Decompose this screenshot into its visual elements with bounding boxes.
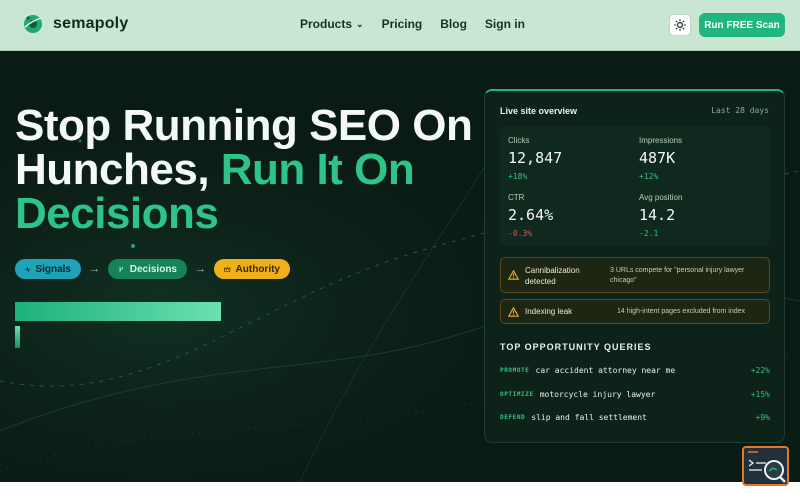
alert-description: 14 high-intent pages excluded from index — [617, 308, 746, 315]
metric-label: Clicks — [508, 136, 530, 145]
query-tag: OPTIMIZE — [500, 390, 534, 398]
metric-clicks: Clicks 12,847 +18% — [508, 136, 628, 181]
page-bottom-section — [0, 482, 800, 500]
seo-scan-widget[interactable] — [742, 446, 789, 486]
metric-value: 2.64% — [508, 206, 554, 224]
headline-line-1: Stop Running SEO On — [15, 101, 473, 150]
query-tag: DEFEND — [500, 413, 526, 421]
query-row[interactable]: DEFEND slip and fall settlement +9% — [500, 410, 770, 424]
warning-icon — [508, 270, 519, 280]
query-delta: +15% — [750, 389, 770, 399]
semapoly-logo-icon — [24, 15, 43, 33]
arrow-right-icon: → — [89, 263, 100, 275]
pill-label: Decisions — [129, 263, 177, 275]
metric-delta: -0.3% — [508, 229, 533, 238]
metric-value: 14.2 — [639, 206, 676, 224]
date-range: Last 28 days — [711, 106, 769, 115]
hero-accent-bar — [15, 302, 221, 321]
branch-icon — [119, 266, 124, 272]
pill-label: Authority — [235, 263, 280, 275]
main-menu: Products ⌄ Pricing Blog Sign in — [300, 17, 543, 31]
nav-item-label: Sign in — [484, 17, 525, 31]
headline-line-2: Hunches, Run It On — [15, 148, 485, 192]
flow-pills: Signals → Decisions → Authority — [15, 259, 290, 279]
metric-avg-position: Avg position 14.2 -2.1 — [639, 193, 759, 238]
metrics-panel: Clicks 12,847 +18% Impressions 487K +12%… — [500, 126, 770, 246]
alert-title: Cannibalization detected — [525, 266, 580, 286]
pill-label: Signals — [35, 263, 71, 275]
metric-impressions: Impressions 487K +12% — [639, 136, 759, 181]
query-row[interactable]: PROMOTE car accident attorney near me +2… — [500, 363, 770, 377]
query-delta: +9% — [755, 412, 770, 422]
brand-name: semapoly — [53, 15, 129, 32]
warning-icon — [508, 307, 519, 317]
nav-item-label: Products — [300, 17, 353, 31]
queries-section-title: TOP OPPORTUNITY QUERIES — [500, 342, 652, 352]
hero-accent-cursor — [15, 326, 20, 348]
nav-item-pricing[interactable]: Pricing — [382, 17, 423, 31]
headline-line-3: Decisions — [15, 189, 219, 238]
metric-label: CTR — [508, 193, 525, 202]
card-title: Live site overview — [500, 106, 578, 116]
headline-accent: Run It On — [220, 145, 415, 194]
hero-headline: Stop Running SEO On Hunches, Run It On D… — [15, 104, 485, 236]
metric-delta: +18% — [508, 172, 528, 181]
magnifier-report-icon — [748, 451, 786, 483]
metric-delta: +12% — [639, 172, 659, 181]
headline-text: Hunches, — [15, 145, 221, 194]
arrow-right-icon: → — [195, 263, 206, 275]
authority-pill[interactable]: Authority — [214, 259, 290, 279]
activity-icon — [25, 265, 31, 273]
live-overview-card: Live site overview Last 28 days Clicks 1… — [484, 89, 785, 443]
run-free-scan-button[interactable]: Run FREE Scan — [699, 13, 785, 37]
crown-icon — [224, 265, 231, 272]
nav-item-label: Blog — [440, 17, 467, 31]
alert-title: Indexing leak — [525, 307, 573, 316]
query-text: slip and fall settlement — [531, 412, 647, 422]
query-row[interactable]: OPTIMIZE motorcycle injury lawyer +15% — [500, 387, 770, 401]
metric-label: Impressions — [639, 136, 683, 145]
metric-label: Avg position — [639, 193, 683, 202]
nav-item-sign-in[interactable]: Sign in — [485, 17, 525, 31]
nav-item-products[interactable]: Products ⌄ — [300, 17, 364, 31]
query-text: motorcycle injury lawyer — [539, 389, 656, 399]
query-delta: +22% — [750, 365, 770, 375]
alert-indexing-leak[interactable]: Indexing leak 14 high-intent pages exclu… — [500, 299, 770, 324]
chevron-down-icon: ⌄ — [356, 18, 364, 29]
decisions-pill[interactable]: Decisions — [108, 259, 187, 279]
signals-pill[interactable]: Signals — [15, 259, 81, 279]
brand-logo[interactable]: semapoly — [22, 13, 128, 35]
alert-description: 3 URLs compete for "personal injury lawy… — [610, 267, 745, 284]
top-nav: semapoly Products ⌄ Pricing Blog Sign in… — [0, 0, 800, 51]
nav-item-label: Pricing — [381, 17, 423, 31]
sun-icon — [674, 19, 686, 31]
metric-ctr: CTR 2.64% -0.3% — [508, 193, 628, 238]
metric-delta: -2.1 — [639, 229, 659, 238]
nav-item-blog[interactable]: Blog — [440, 17, 467, 31]
query-tag: PROMOTE — [500, 366, 530, 374]
metric-value: 487K — [639, 149, 676, 167]
query-text: car accident attorney near me — [535, 365, 676, 375]
theme-toggle-button[interactable] — [669, 14, 691, 36]
alert-cannibalization[interactable]: Cannibalization detected 3 URLs compete … — [500, 257, 770, 293]
metric-value: 12,847 — [508, 149, 563, 167]
